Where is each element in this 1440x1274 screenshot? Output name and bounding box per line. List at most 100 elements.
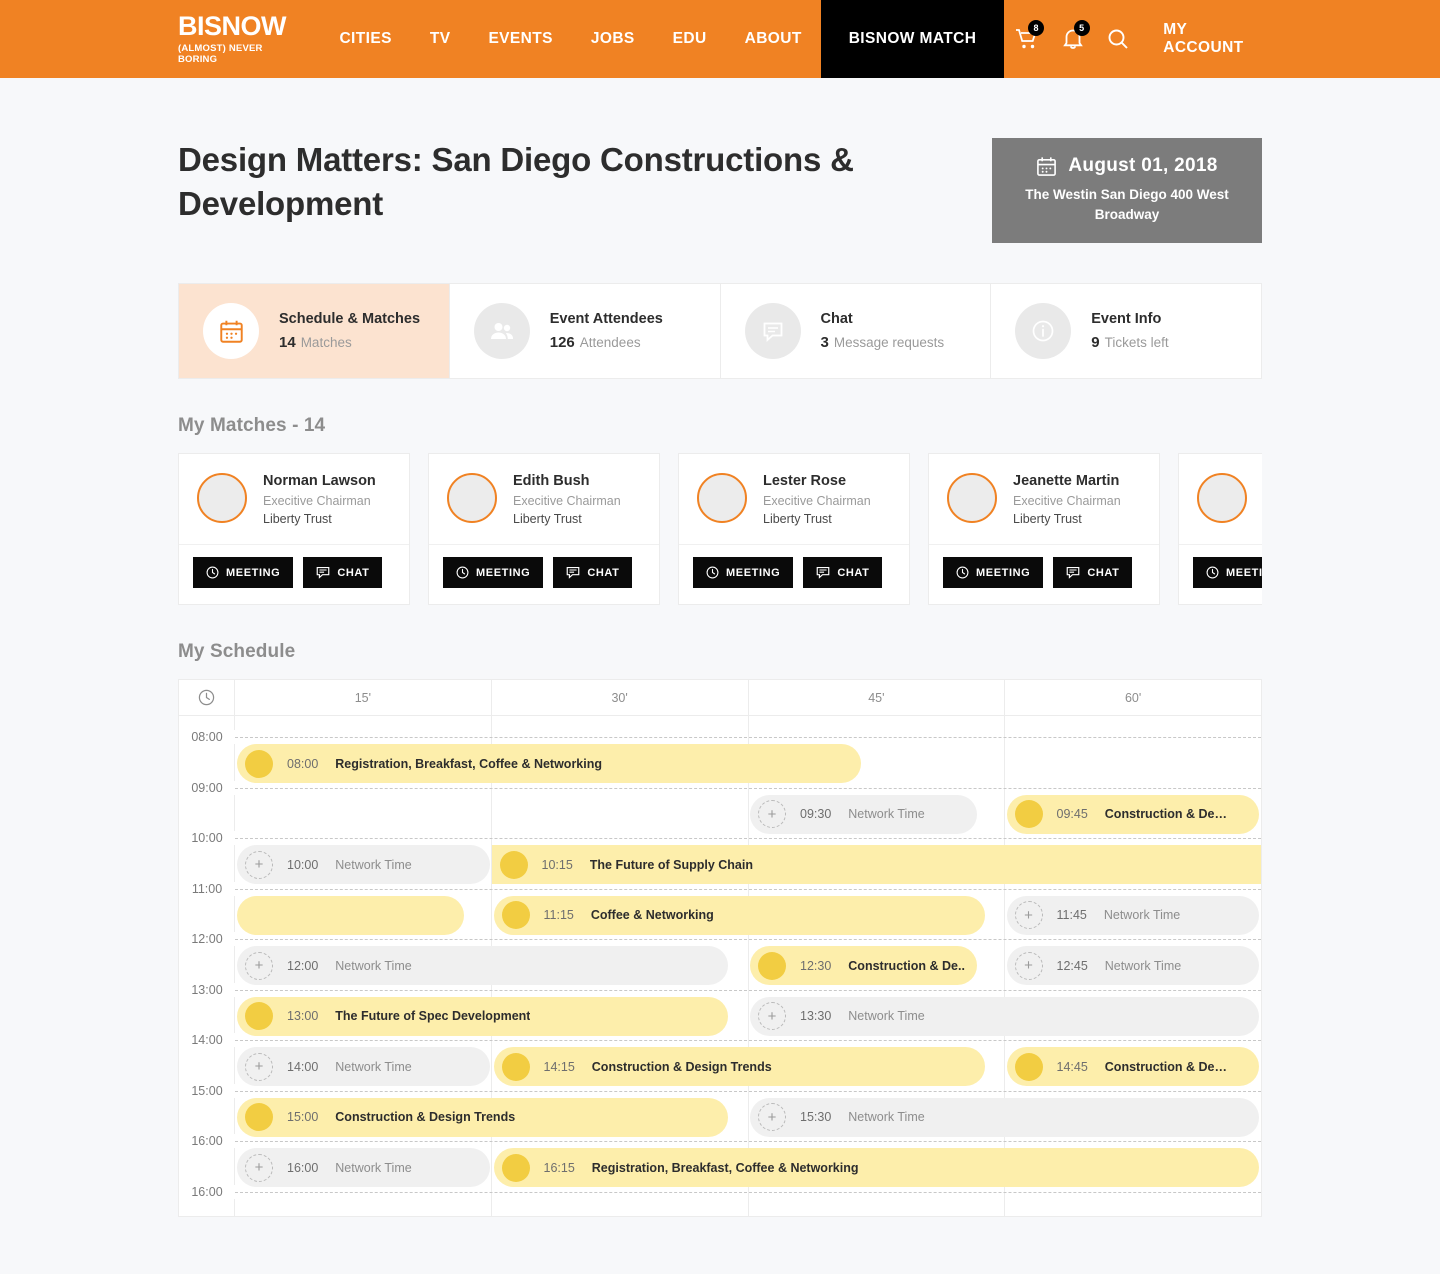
match-card[interactable]: Edith BushExecitive ChairmanLiberty Trus…	[428, 453, 660, 605]
info-icon	[1030, 318, 1056, 344]
schedule-header-row: 15' 30' 45' 60'	[179, 680, 1261, 716]
match-name: Jeanette Martin	[1013, 473, 1121, 489]
schedule-hour-row: 13:00	[179, 991, 1261, 992]
schedule-session-block[interactable]: 11:15Coffee & Networking	[494, 896, 985, 935]
schedule-network-slot[interactable]: +13:30Network Time	[750, 997, 1259, 1036]
stat-text: Event Attendees 126Attendees	[550, 311, 663, 352]
stat-value: 9	[1091, 334, 1099, 351]
nav-item-about[interactable]: ABOUT	[726, 0, 821, 78]
site-header: BISNOW (ALMOST) NEVER BORING CITIES TV E…	[0, 0, 1440, 78]
schedule-network-slot[interactable]: +14:00Network Time	[237, 1047, 490, 1086]
schedule-hour-row: 10:00	[179, 839, 1261, 840]
search-button[interactable]	[1096, 0, 1142, 78]
schedule-event-time: 14:45	[1057, 1060, 1088, 1074]
plus-icon[interactable]: +	[245, 851, 273, 879]
schedule-network-slot[interactable]: +11:45Network Time	[1007, 896, 1260, 935]
match-card[interactable]: Norman LawsonExecitive ChairmanLiberty T…	[178, 453, 410, 605]
schedule-hour-line	[235, 737, 1261, 738]
plus-icon[interactable]: +	[1015, 952, 1043, 980]
schedule-event-title: Construction & De…	[1105, 1060, 1227, 1074]
meeting-button[interactable]: MEETING	[193, 557, 293, 588]
stat-metric: 14Matches	[279, 334, 420, 352]
chat-button[interactable]: CHAT	[303, 557, 382, 588]
stat-card-event-info[interactable]: Event Info 9Tickets left	[991, 284, 1261, 378]
plus-icon[interactable]: +	[245, 1053, 273, 1081]
schedule-network-slot[interactable]: +12:00Network Time	[237, 946, 728, 985]
meeting-button[interactable]: MEETING	[693, 557, 793, 588]
schedule-session-block[interactable]	[237, 896, 464, 935]
plus-icon[interactable]: +	[758, 1103, 786, 1131]
schedule-event-time: 10:15	[542, 858, 573, 872]
match-card[interactable]: Jeanette MartinExecitive ChairmanLiberty…	[928, 453, 1160, 605]
schedule-network-slot[interactable]: +15:30Network Time	[750, 1098, 1259, 1137]
schedule-event-time: 11:15	[544, 908, 574, 922]
chat-icon	[816, 566, 830, 579]
schedule-event-title: Construction & Design Trends	[335, 1110, 515, 1124]
schedule-hour-label: 13:00	[179, 983, 235, 997]
schedule-session-block[interactable]: 09:45Construction & De…	[1007, 795, 1260, 834]
schedule-session-block[interactable]: 16:15Registration, Breakfast, Coffee & N…	[494, 1148, 1260, 1187]
event-date-text: August 01, 2018	[1068, 155, 1217, 177]
my-account-link[interactable]: MY ACCOUNT	[1163, 21, 1262, 57]
schedule-event-time: 10:00	[287, 858, 318, 872]
schedule-session-block[interactable]: 12:30Construction & De..	[750, 946, 977, 985]
logo-wordmark: BISNOW	[178, 13, 294, 40]
meeting-button[interactable]: MEETING	[943, 557, 1043, 588]
stat-unit: Matches	[301, 335, 352, 350]
meeting-button[interactable]: MEETING	[1193, 557, 1262, 588]
chat-icon	[566, 566, 580, 579]
nav-item-edu[interactable]: EDU	[654, 0, 726, 78]
match-card[interactable]: Lester RoseExecitive ChairmanLiberty Tru…	[678, 453, 910, 605]
nav-item-jobs[interactable]: JOBS	[572, 0, 654, 78]
schedule-hour-line	[235, 1141, 1261, 1142]
plus-icon[interactable]: +	[245, 1154, 273, 1182]
nav-item-tv[interactable]: TV	[411, 0, 470, 78]
plus-icon[interactable]: +	[758, 1002, 786, 1030]
event-venue-text: The Westin San Diego 400 West Broadway	[1006, 185, 1248, 224]
plus-icon[interactable]: +	[758, 800, 786, 828]
schedule-session-block[interactable]: 14:15Construction & Design Trends	[494, 1047, 985, 1086]
stat-card-chat[interactable]: Chat 3Message requests	[721, 284, 992, 378]
schedule-event-time: 13:30	[800, 1009, 831, 1023]
schedule-network-slot[interactable]: +09:30Network Time	[750, 795, 977, 834]
avatar	[197, 473, 247, 523]
matches-carousel[interactable]: Norman LawsonExecitive ChairmanLiberty T…	[178, 453, 1262, 605]
schedule-network-slot[interactable]: +10:00Network Time	[237, 845, 490, 884]
schedule-session-block[interactable]: 14:45 Construction & De…	[1007, 1047, 1260, 1086]
match-card-info: Edith BushExecitive ChairmanLiberty Trus…	[429, 454, 659, 544]
clock-icon	[956, 566, 969, 579]
nav-item-cities[interactable]: CITIES	[320, 0, 410, 78]
chat-button[interactable]: CHAT	[553, 557, 632, 588]
match-card-info: Eric HansenExecitive ChairmanLiberty Tru…	[1179, 454, 1262, 544]
chat-button[interactable]: CHAT	[1053, 557, 1132, 588]
chat-button-label: CHAT	[337, 567, 369, 579]
stat-metric: 9Tickets left	[1091, 334, 1168, 352]
stat-card-schedule-matches[interactable]: Schedule & Matches 14Matches	[179, 284, 450, 378]
notifications-button[interactable]: 5	[1050, 0, 1096, 78]
bisnow-logo[interactable]: BISNOW (ALMOST) NEVER BORING	[0, 0, 320, 78]
logo-tagline: (ALMOST) NEVER BORING	[178, 43, 294, 65]
nav-item-bisnow-match[interactable]: BISNOW MATCH	[821, 0, 1005, 78]
plus-icon[interactable]: +	[1015, 901, 1043, 929]
schedule-session-block[interactable]: 08:00Registration, Breakfast, Coffee & N…	[237, 744, 861, 783]
schedule-network-slot[interactable]: +12:45Network Time	[1007, 946, 1260, 985]
match-card-text: Edith BushExecitive ChairmanLiberty Trus…	[513, 473, 621, 526]
clock-icon	[456, 566, 469, 579]
stat-card-event-attendees[interactable]: Event Attendees 126Attendees	[450, 284, 721, 378]
schedule-session-block[interactable]: 10:15The Future of Supply Chain	[492, 845, 1262, 884]
stat-metric: 126Attendees	[550, 334, 663, 352]
cart-button[interactable]: 8	[1004, 0, 1050, 78]
schedule-session-block[interactable]: 13:00The Future of Spec Development	[237, 997, 728, 1036]
session-dot-icon	[500, 851, 528, 879]
schedule-session-block[interactable]: 15:00Construction & Design Trends	[237, 1098, 728, 1137]
schedule-hour-line	[235, 1040, 1261, 1041]
meeting-button[interactable]: MEETING	[443, 557, 543, 588]
plus-icon[interactable]: +	[245, 952, 273, 980]
schedule-network-slot[interactable]: +16:00Network Time	[237, 1148, 490, 1187]
meeting-button-label: MEETING	[976, 567, 1030, 579]
chat-button[interactable]: CHAT	[803, 557, 882, 588]
match-card[interactable]: Eric HansenExecitive ChairmanLiberty Tru…	[1178, 453, 1262, 605]
event-header: Design Matters: San Diego Constructions …	[178, 78, 1262, 243]
schedule-grid[interactable]: 08:0009:0010:0011:0012:0013:0014:0015:00…	[179, 716, 1261, 1216]
nav-item-events[interactable]: EVENTS	[469, 0, 571, 78]
